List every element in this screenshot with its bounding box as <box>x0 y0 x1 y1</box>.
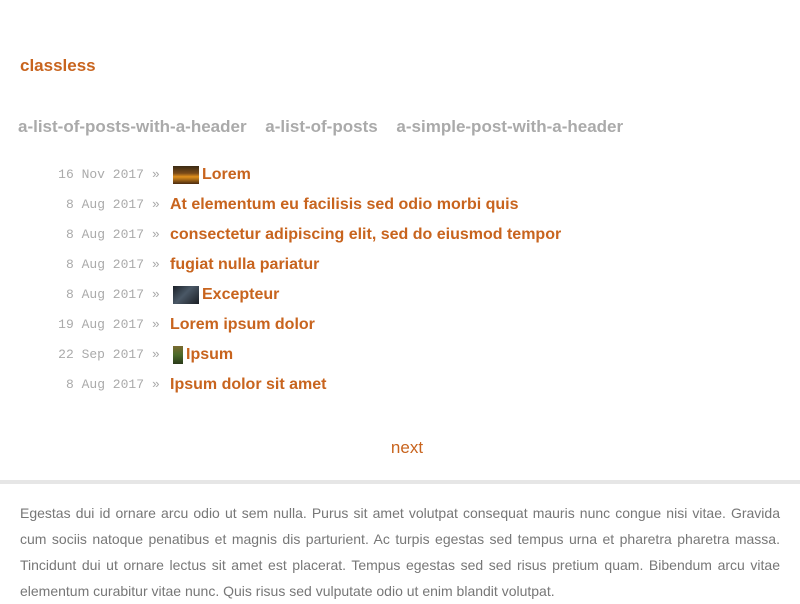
list-item: 8 Aug 2017 » consectetur adipiscing elit… <box>0 220 800 250</box>
post-title-link[interactable]: consectetur adipiscing elit, sed do eius… <box>170 226 561 244</box>
footer-divider <box>0 480 800 484</box>
post-title-link[interactable]: Ipsum <box>170 346 233 364</box>
post-title-link[interactable]: Lorem <box>170 166 251 184</box>
post-date: 8 Aug 2017 <box>65 287 144 302</box>
list-item: 8 Aug 2017 » Excepteur <box>0 280 800 310</box>
post-date: 8 Aug 2017 <box>65 257 144 272</box>
footer-text: Egestas dui id ornare arcu odio ut sem n… <box>20 505 780 599</box>
post-title: Excepteur <box>202 286 280 303</box>
post-date: 22 Sep 2017 <box>58 347 144 362</box>
dark-thumbnail-image <box>173 286 199 304</box>
post-title: fugiat nulla pariatur <box>170 256 320 273</box>
post-title-link[interactable]: Excepteur <box>170 286 279 304</box>
list-item: 8 Aug 2017 » At elementum eu facilisis s… <box>0 190 800 220</box>
post-date: 8 Aug 2017 <box>65 377 144 392</box>
next-page-link[interactable]: next <box>391 438 423 457</box>
post-separator: » <box>152 197 160 212</box>
post-separator: » <box>152 377 160 392</box>
nav-link-a-simple-post-with-a-header[interactable]: a-simple-post-with-a-header <box>396 117 623 136</box>
post-title-link[interactable]: fugiat nulla pariatur <box>170 256 319 274</box>
post-separator: » <box>152 347 160 362</box>
post-title: consectetur adipiscing elit, sed do eius… <box>170 226 562 243</box>
nav-link-a-list-of-posts-with-a-header[interactable]: a-list-of-posts-with-a-header <box>18 117 247 136</box>
post-title: Ipsum dolor sit amet <box>170 376 327 393</box>
post-list: 16 Nov 2017 » Lorem 8 Aug 2017 » At elem… <box>0 160 800 400</box>
pagination: next <box>0 438 800 458</box>
post-separator: » <box>152 167 160 182</box>
sunset-thumbnail-image <box>173 166 199 184</box>
post-title-link[interactable]: Ipsum dolor sit amet <box>170 376 326 394</box>
site-title-link[interactable]: classless <box>20 56 96 76</box>
post-date: 19 Aug 2017 <box>58 317 144 332</box>
plant-thumbnail-image <box>173 346 183 364</box>
nav-link-a-list-of-posts[interactable]: a-list-of-posts <box>265 117 377 136</box>
post-title-link[interactable]: Lorem ipsum dolor <box>170 316 315 334</box>
list-item: 19 Aug 2017 » Lorem ipsum dolor <box>0 310 800 340</box>
post-separator: » <box>152 317 160 332</box>
main-nav: a-list-of-posts-with-a-header a-list-of-… <box>18 117 637 137</box>
post-title-link[interactable]: At elementum eu facilisis sed odio morbi… <box>170 196 519 214</box>
post-title: Lorem <box>202 166 251 183</box>
list-item: 8 Aug 2017 » fugiat nulla pariatur <box>0 250 800 280</box>
post-date: 8 Aug 2017 <box>65 227 144 242</box>
post-separator: » <box>152 287 160 302</box>
list-item: 8 Aug 2017 » Ipsum dolor sit amet <box>0 370 800 400</box>
list-item: 16 Nov 2017 » Lorem <box>0 160 800 190</box>
list-item: 22 Sep 2017 » Ipsum <box>0 340 800 370</box>
post-date: 8 Aug 2017 <box>65 197 144 212</box>
post-separator: » <box>152 227 160 242</box>
post-title: Ipsum <box>186 346 234 363</box>
post-title: Lorem ipsum dolor <box>170 316 315 333</box>
post-date: 16 Nov 2017 <box>58 167 144 182</box>
post-separator: » <box>152 257 160 272</box>
post-title: At elementum eu facilisis sed odio morbi… <box>170 196 519 213</box>
